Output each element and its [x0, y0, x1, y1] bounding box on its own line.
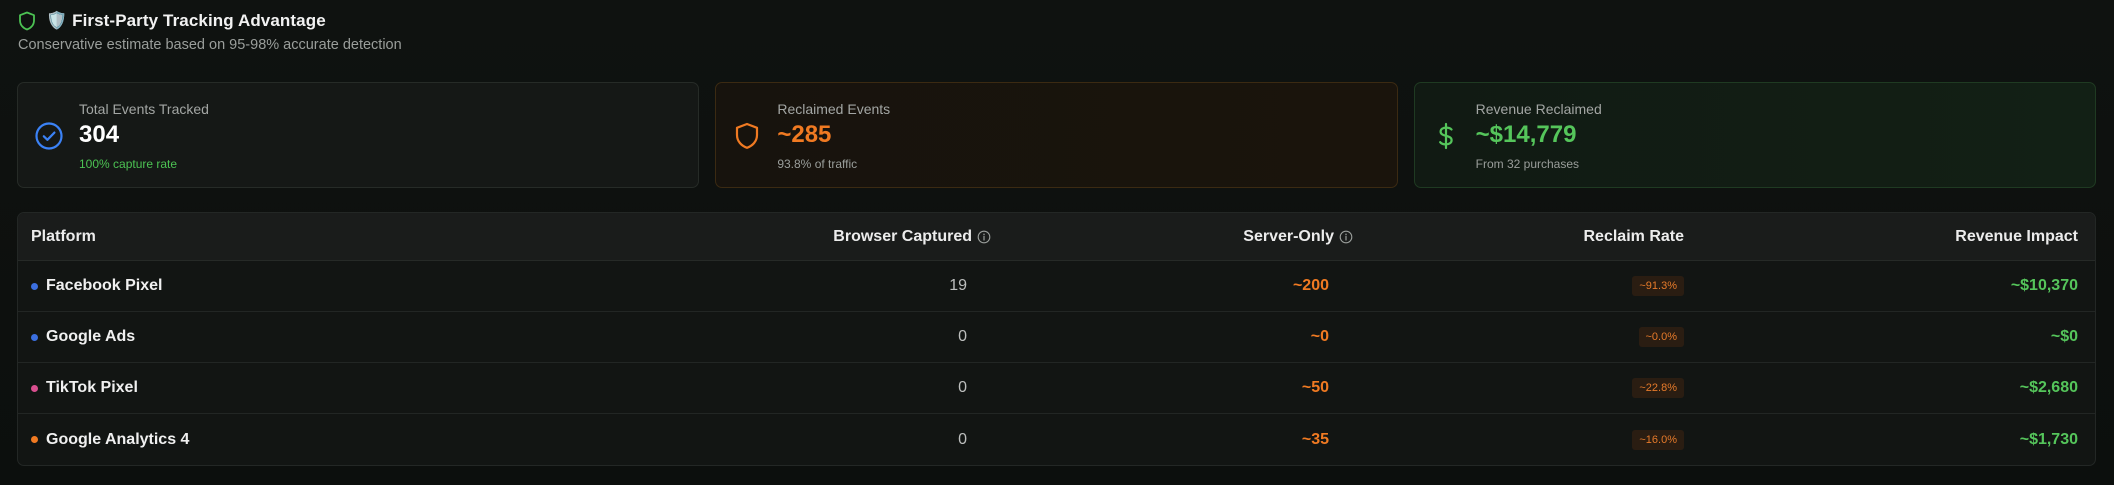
- server-value: ~35: [1301, 430, 1329, 448]
- page-subtitle: Conservative estimate based on 95-98% ac…: [18, 37, 402, 53]
- stat-label: Reclaimed Events: [777, 101, 891, 117]
- browser-cell: 19: [578, 277, 991, 295]
- info-icon[interactable]: [977, 230, 991, 244]
- browser-value: 0: [958, 379, 967, 396]
- page-title: 🛡️ First-Party Tracking Advantage: [46, 11, 326, 30]
- table-header: Platform Browser Captured Server-Only Re…: [18, 213, 2095, 261]
- revenue-value: ~$0: [2050, 328, 2078, 345]
- browser-cell: 0: [578, 379, 991, 397]
- platform-dot: [31, 333, 38, 341]
- stat-note: From 32 purchases: [1475, 157, 1580, 171]
- revenue-cell: ~$2,680: [1684, 379, 2078, 397]
- table-row[interactable]: Google Analytics 4 0 ~35 ~16.0% ~$1,730: [18, 414, 2095, 465]
- header-reclaim-rate[interactable]: Reclaim Rate: [1353, 228, 1685, 246]
- shield-icon: [732, 121, 762, 151]
- platform-cell: Google Analytics 4: [18, 431, 578, 449]
- rate-badge: ~16.0%: [1632, 429, 1684, 450]
- panel-header: 🛡️ First-Party Tracking Advantage Conser…: [18, 10, 402, 53]
- stat-card-reclaimed-events: Reclaimed Events ~285 93.8% of traffic: [715, 82, 1398, 188]
- header-browser-captured[interactable]: Browser Captured: [578, 228, 991, 246]
- server-cell: ~200: [991, 277, 1353, 295]
- stat-note: 100% capture rate: [79, 157, 178, 171]
- revenue-value: ~$2,680: [2019, 379, 2078, 396]
- rate-cell: ~91.3%: [1353, 276, 1684, 296]
- dollar-icon: [1431, 121, 1461, 151]
- server-value: ~50: [1301, 379, 1329, 396]
- platform-table: Platform Browser Captured Server-Only Re…: [17, 212, 2096, 466]
- platform-dot: [31, 436, 38, 443]
- server-value: ~0: [1310, 328, 1329, 345]
- header-revenue-impact[interactable]: Revenue Impact: [1684, 228, 2078, 246]
- stat-label: Revenue Reclaimed: [1475, 101, 1602, 117]
- check-circle-icon: [34, 121, 64, 151]
- platform-name: TikTok Pixel: [46, 379, 138, 396]
- server-cell: ~0: [991, 328, 1353, 346]
- stat-note: 93.8% of traffic: [777, 157, 858, 171]
- stat-value: ~$14,779: [1475, 121, 1577, 148]
- table-row[interactable]: TikTok Pixel 0 ~50 ~22.8% ~$2,680: [18, 363, 2095, 414]
- rate-cell: ~16.0%: [1353, 429, 1684, 450]
- server-cell: ~35: [991, 431, 1353, 449]
- platform-dot: [31, 282, 38, 290]
- browser-cell: 0: [578, 328, 991, 346]
- platform-name: Google Analytics 4: [46, 430, 190, 448]
- revenue-cell: ~$1,730: [1684, 431, 2078, 449]
- browser-value: 19: [949, 277, 967, 294]
- rate-cell: ~22.8%: [1353, 378, 1684, 398]
- platform-name: Facebook Pixel: [46, 277, 163, 294]
- revenue-cell: ~$0: [1684, 328, 2078, 346]
- header-platform[interactable]: Platform: [18, 228, 578, 246]
- platform-cell: TikTok Pixel: [18, 379, 578, 397]
- rate-badge: ~91.3%: [1632, 276, 1684, 296]
- tracking-advantage-panel: 🛡️ First-Party Tracking Advantage Conser…: [0, 0, 2114, 485]
- server-value: ~200: [1292, 277, 1329, 294]
- table-row[interactable]: Google Ads 0 ~0 ~0.0% ~$0: [18, 312, 2095, 363]
- platform-cell: Google Ads: [18, 328, 578, 346]
- stat-card-total-events: Total Events Tracked 304 100% capture ra…: [17, 82, 700, 188]
- revenue-cell: ~$10,370: [1684, 277, 2078, 295]
- header-label: Server-Only: [1243, 227, 1334, 245]
- revenue-value: ~$10,370: [2010, 277, 2078, 294]
- browser-cell: 0: [578, 431, 991, 449]
- stat-card-revenue-reclaimed: Revenue Reclaimed ~$14,779 From 32 purch…: [1413, 82, 2096, 188]
- title-row: 🛡️ First-Party Tracking Advantage: [18, 10, 402, 32]
- rate-badge: ~22.8%: [1632, 378, 1684, 398]
- server-cell: ~50: [991, 379, 1353, 397]
- shield-icon: [18, 11, 36, 31]
- stat-value: 304: [79, 121, 120, 148]
- revenue-value: ~$1,730: [2019, 430, 2078, 448]
- browser-value: 0: [958, 328, 967, 345]
- table-row[interactable]: Facebook Pixel 19 ~200 ~91.3% ~$10,370: [18, 261, 2095, 312]
- stat-label: Total Events Tracked: [79, 101, 209, 117]
- stat-value: ~285: [777, 121, 832, 148]
- rate-cell: ~0.0%: [1353, 327, 1684, 347]
- header-label: Browser Captured: [833, 227, 972, 245]
- stat-cards: Total Events Tracked 304 100% capture ra…: [17, 82, 2096, 188]
- platform-dot: [31, 384, 38, 392]
- rate-badge: ~0.0%: [1638, 327, 1684, 347]
- platform-name: Google Ads: [46, 328, 136, 345]
- info-icon[interactable]: [1339, 230, 1353, 244]
- browser-value: 0: [958, 430, 967, 448]
- header-server-only[interactable]: Server-Only: [991, 228, 1353, 246]
- platform-cell: Facebook Pixel: [18, 277, 578, 295]
